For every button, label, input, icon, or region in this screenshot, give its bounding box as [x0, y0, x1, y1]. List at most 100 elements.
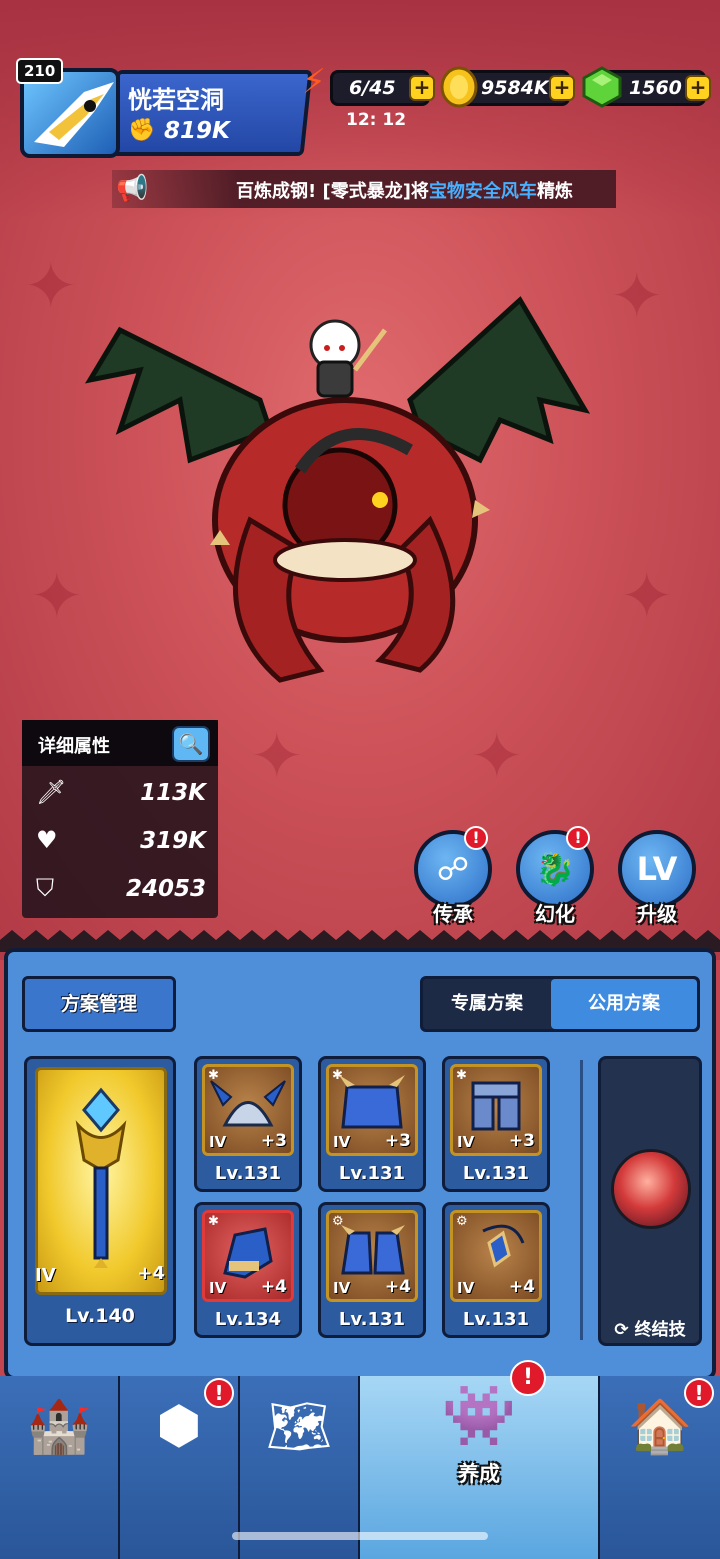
ticker-highlight: 宝物安全风车: [428, 181, 537, 202]
megaphone-icon: 📢: [116, 174, 149, 204]
add-gold-button[interactable]: +: [549, 75, 575, 101]
finisher-text: 终结技: [634, 1320, 686, 1340]
defense-value: 24053: [125, 876, 206, 902]
equip-tier: IV: [333, 1279, 351, 1297]
dragon-mount-character: [84, 296, 591, 683]
leg-armor-icon: ✱ IV +3: [450, 1064, 542, 1156]
player-power: 819K: [164, 118, 230, 144]
weapon-tier: IV: [35, 1265, 56, 1286]
detailed-stats-panel: 详细属性 🔍 🗡 113K ♥ 319K ⛉ 24053: [22, 720, 218, 918]
player-profile[interactable]: 210 恍若空洞 ✊ 819K: [16, 58, 313, 158]
bg-pattern-icon: ✦: [250, 720, 304, 794]
equip-level: Lv.131: [214, 1163, 282, 1184]
legs-shape: [471, 1081, 521, 1131]
stat-defense: ⛉ 24053: [22, 866, 218, 912]
morph-alert-badge: !: [566, 826, 590, 850]
equip-plus: +3: [260, 1131, 287, 1151]
rune-alert-badge: !: [204, 1378, 234, 1408]
finisher-skill-slot[interactable]: ⟳ 终结技: [598, 1056, 702, 1346]
sword-icon: 🗡: [36, 778, 67, 806]
attack-value: 113K: [140, 780, 206, 806]
gold-coin-icon: [440, 66, 478, 108]
shield-icon: ⛉: [36, 874, 54, 902]
amulet-shape: [482, 1224, 525, 1268]
ticker-message: 百炼成钢! [零式暴龙]将宝物安全风车精炼: [236, 177, 573, 203]
level-up-button[interactable]: LV 升级: [616, 830, 698, 926]
equip-tier: IV: [457, 1279, 475, 1297]
weapon-slot[interactable]: IV +4 Lv.140: [24, 1056, 176, 1346]
equip-level: Lv.131: [338, 1309, 406, 1330]
finisher-label: ⟳ 终结技: [614, 1320, 686, 1340]
announcement-ticker: 📢 百炼成钢! [零式暴龙]将宝物安全风车精炼: [112, 170, 616, 208]
tab-exclusive-plan[interactable]: 专属方案: [423, 979, 551, 1029]
nav-item-rune[interactable]: ⬢ !: [120, 1376, 240, 1559]
level-up-icon: LV: [618, 830, 696, 908]
plan-tabs: 专属方案 公用方案: [420, 976, 700, 1032]
inherit-button[interactable]: ☍ 传承 !: [412, 826, 494, 926]
plan-manage-button[interactable]: 方案管理: [22, 976, 176, 1032]
bg-pattern-icon: ✦: [470, 720, 524, 794]
level-up-label: 升级: [637, 902, 677, 926]
equip-plus: +4: [384, 1277, 411, 1297]
armor-shape: [339, 1075, 405, 1129]
character-cultivate-icon: 👾: [441, 1381, 517, 1451]
fire-orb-icon: [611, 1149, 691, 1229]
spiked-armor-icon: ✱ IV +3: [326, 1064, 418, 1156]
magnifier-icon: 🔍: [178, 732, 204, 756]
amulet-icon: ⚙ IV +4: [450, 1210, 542, 1302]
equip-tier: IV: [209, 1133, 227, 1151]
panel-divider: [580, 1060, 583, 1340]
cultivate-alert-badge: !: [510, 1360, 546, 1396]
equip-tier: IV: [457, 1133, 475, 1151]
stats-search-button[interactable]: 🔍: [172, 726, 210, 762]
equip-level: Lv.134: [214, 1309, 282, 1330]
crystal-castle-icon: 🏰: [26, 1397, 92, 1457]
bg-pattern-icon: ✦: [30, 560, 84, 634]
tab-public-plan[interactable]: 公用方案: [551, 979, 697, 1029]
nav-item-castle[interactable]: 🏰: [0, 1376, 120, 1559]
weapon-plus: +4: [137, 1263, 165, 1284]
weapon-frame: [35, 1067, 167, 1295]
horned-helmet-icon: ✱ IV +3: [202, 1064, 294, 1156]
bg-pattern-icon: ✦: [620, 560, 674, 634]
nav-item-guild[interactable]: 🏠 !: [600, 1376, 720, 1559]
equip-slot-gauntlet[interactable]: ✱ IV +4 Lv.134: [194, 1202, 302, 1338]
gauntlet-icon: ✱ IV +4: [202, 1210, 294, 1302]
add-energy-button[interactable]: +: [409, 75, 435, 101]
inherit-alert-badge: !: [464, 826, 488, 850]
green-gem-icon: [582, 66, 622, 108]
equip-level: Lv.131: [462, 1163, 530, 1184]
heart-icon: ♥: [36, 826, 58, 854]
equip-slot-boots[interactable]: ⚙ IV +4 Lv.131: [318, 1202, 426, 1338]
morph-label: 幻化: [535, 902, 575, 926]
equip-slot-armor[interactable]: ✱ IV +3 Lv.131: [318, 1056, 426, 1192]
guild-alert-badge: !: [684, 1378, 714, 1408]
equip-slot-legs[interactable]: ✱ IV +3 Lv.131: [442, 1056, 550, 1192]
helmet-shape: [210, 1080, 286, 1127]
morph-button[interactable]: 🐉 幻化 !: [514, 826, 596, 926]
gold-value: 9584K: [481, 77, 549, 99]
hp-value: 319K: [140, 828, 206, 854]
bg-pattern-icon: ✦: [610, 260, 664, 334]
equip-slot-helmet[interactable]: ✱ IV +3 Lv.131: [194, 1056, 302, 1192]
energy-value: 6/45: [349, 77, 396, 99]
avatar-portrait-icon: [34, 82, 114, 147]
gem-value: 1560: [629, 77, 682, 99]
equip-slot-amulet[interactable]: ⚙ IV +4 Lv.131: [442, 1202, 550, 1338]
gauntlet-shape: [223, 1227, 273, 1279]
equip-tier: IV: [333, 1133, 351, 1151]
weapon-level: Lv.140: [65, 1305, 135, 1327]
equip-tier: IV: [209, 1279, 227, 1297]
ticker-prefix: 百炼成钢! [零式暴龙]将: [236, 181, 429, 202]
energy-counter: 6/45 +: [330, 70, 435, 106]
spiked-boots-icon: ⚙ IV +4: [326, 1210, 418, 1302]
crystal-staff-icon: [75, 1087, 127, 1268]
boots-shape: [341, 1225, 405, 1275]
lightning-energy-icon: ⚡: [302, 62, 326, 102]
stat-hp: ♥ 319K: [22, 818, 218, 864]
treasure-map-icon: 🗺: [265, 1397, 332, 1457]
home-indicator[interactable]: [232, 1532, 488, 1540]
add-gems-button[interactable]: +: [685, 75, 711, 101]
inherit-label: 传承: [433, 902, 473, 926]
ticker-suffix: 精炼: [536, 181, 573, 202]
